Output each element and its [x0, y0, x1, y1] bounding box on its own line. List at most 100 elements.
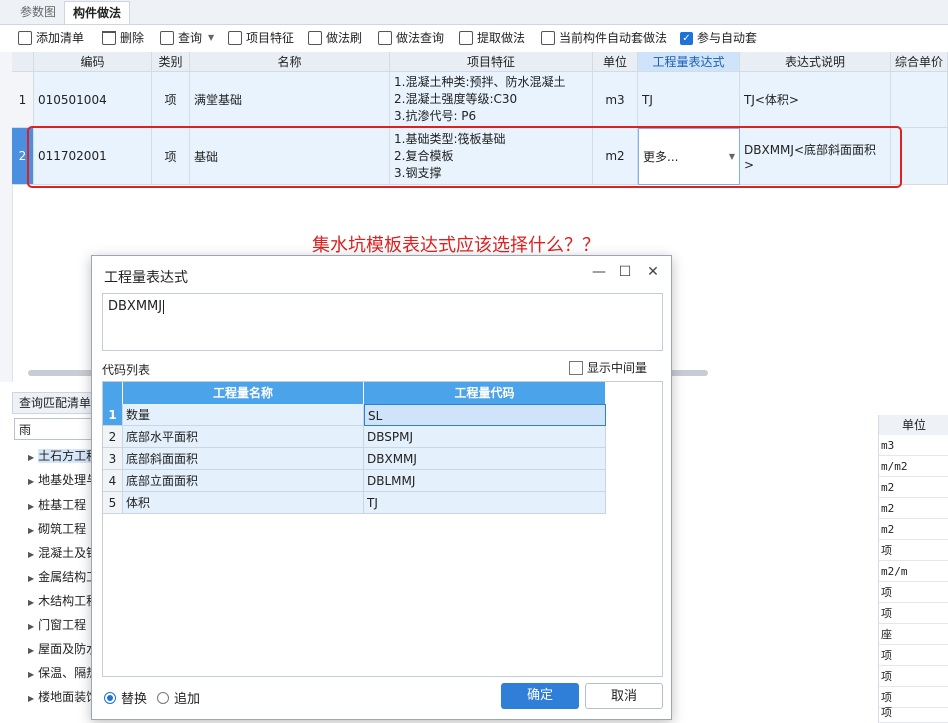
- chevron-down-icon: ▼: [208, 33, 215, 42]
- col-quantity-name[interactable]: 工程量名称: [123, 382, 364, 404]
- cell-type[interactable]: 项: [152, 72, 190, 128]
- unit-cell: m2: [878, 519, 948, 540]
- auto-method-button[interactable]: 当前构件自动套做法: [541, 29, 667, 47]
- col-code[interactable]: 编码: [34, 52, 152, 72]
- expand-icon: ▶: [28, 477, 35, 486]
- col-name[interactable]: 名称: [190, 52, 390, 72]
- minimize-icon[interactable]: —: [589, 264, 609, 280]
- expression-input[interactable]: DBXMMJ: [102, 293, 663, 351]
- unit-cell: m2: [878, 498, 948, 519]
- unit-cell: 座: [878, 624, 948, 645]
- maximize-icon[interactable]: ☐: [615, 264, 635, 280]
- checkbox-icon: [569, 360, 583, 375]
- question-annotation: 集水坑模板表达式应该选择什么？？: [312, 235, 600, 256]
- cancel-button[interactable]: 取消: [585, 683, 663, 709]
- method-query-icon: [378, 31, 392, 45]
- text-cursor: [163, 299, 165, 314]
- col-unit[interactable]: 单位: [593, 52, 638, 72]
- add-list-button[interactable]: 添加清单: [18, 29, 84, 47]
- unit-column-header: 单位: [878, 415, 948, 435]
- add-list-icon: [18, 31, 32, 45]
- unit-cell: 项: [878, 540, 948, 561]
- feature-icon: [228, 31, 242, 45]
- tab-parameter-figure[interactable]: 参数图: [12, 1, 64, 23]
- cell-features[interactable]: 1.混凝土种类:预拌、防水混凝土 2.混凝土强度等级:C30 3.抗渗代号: P…: [390, 72, 593, 128]
- tree-item[interactable]: ▶ 保温、隔热: [28, 663, 98, 683]
- col-expression[interactable]: 工程量表达式: [638, 52, 740, 72]
- expand-icon: ▶: [28, 598, 35, 607]
- auto-method-icon: [541, 31, 555, 45]
- toolbar: 添加清单 删除 查询 ▼ 项目特征 做法刷 做法查询 提取做法 当前构件自动套做法…: [0, 25, 948, 53]
- tree-item[interactable]: ▶ 混凝土及钢: [28, 543, 98, 563]
- tab-bar: 参数图 构件做法: [0, 0, 948, 25]
- auto-participate-checkbox[interactable]: ✓ 参与自动套: [680, 29, 757, 47]
- highlight-annotation: [27, 126, 902, 188]
- tree-item[interactable]: ▶ 屋面及防水: [28, 639, 98, 659]
- tree-item[interactable]: ▶ 金属结构工: [28, 567, 98, 587]
- col-expression-desc[interactable]: 表达式说明: [740, 52, 891, 72]
- append-radio[interactable]: 追加: [157, 688, 200, 707]
- dialog-title: 工程量表达式: [104, 270, 188, 286]
- unit-cell: m2/m: [878, 561, 948, 582]
- project-feature-button[interactable]: 项目特征: [228, 29, 294, 47]
- cell-expression-desc[interactable]: TJ<体积>: [740, 72, 891, 128]
- query-button[interactable]: 查询 ▼: [160, 29, 214, 47]
- expand-icon: ▶: [28, 453, 35, 462]
- tree-item[interactable]: ▶ 地基处理与: [28, 470, 98, 490]
- table-row[interactable]: 1 010501004 项 满堂基础 1.混凝土种类:预拌、防水混凝土 2.混凝…: [12, 72, 948, 128]
- code-row-number-header: [103, 382, 123, 404]
- expand-icon: ▶: [28, 526, 35, 535]
- expand-icon: ▶: [28, 550, 35, 559]
- tree-item[interactable]: ▶ 木结构工程: [28, 591, 98, 611]
- search-input[interactable]: 雨: [14, 418, 94, 440]
- expand-icon: ▶: [28, 646, 35, 655]
- tree-item[interactable]: ▶ 桩基工程: [28, 495, 86, 515]
- trash-icon: [102, 31, 116, 45]
- cell-unit[interactable]: m3: [593, 72, 638, 128]
- unit-cell: 项: [878, 603, 948, 624]
- query-icon: [160, 31, 174, 45]
- expand-icon: ▶: [28, 694, 35, 703]
- unit-cell: 项: [878, 666, 948, 687]
- cell-unit-price[interactable]: [891, 72, 948, 128]
- unit-cell: 项: [878, 702, 948, 723]
- cell-expression[interactable]: TJ: [638, 72, 740, 128]
- checkmark-icon: ✓: [680, 31, 693, 45]
- code-list-label: 代码列表: [102, 363, 151, 377]
- row-number: 1: [12, 72, 34, 128]
- unit-cell: m2: [878, 477, 948, 498]
- cell-code[interactable]: 010501004: [34, 72, 152, 128]
- expand-icon: ▶: [28, 622, 35, 631]
- col-quantity-code[interactable]: 工程量代码: [364, 382, 606, 404]
- method-brush-button[interactable]: 做法刷: [308, 29, 362, 47]
- replace-radio[interactable]: 替换: [104, 688, 147, 707]
- expand-icon: ▶: [28, 670, 35, 679]
- extract-method-button[interactable]: 提取做法: [459, 29, 525, 47]
- ok-button[interactable]: 确定: [501, 683, 579, 709]
- radio-icon: [157, 691, 169, 704]
- unit-cell: m3: [878, 435, 948, 456]
- show-intermediate-checkbox[interactable]: 显示中间量: [569, 359, 647, 376]
- tree-item[interactable]: ▶ 门窗工程: [28, 615, 86, 635]
- brush-icon: [308, 31, 322, 45]
- col-features[interactable]: 项目特征: [390, 52, 593, 72]
- code-list-table: 工程量名称 工程量代码 1 数量 SL 2 底部水平面积 DBSPMJ 3 底部…: [102, 381, 663, 677]
- method-query-button[interactable]: 做法查询: [378, 29, 444, 47]
- unit-cell: 项: [878, 645, 948, 666]
- quantity-expression-dialog: 工程量表达式 — ☐ ✕ DBXMMJ 代码列表 显示中间量 工程量名称 工程量…: [91, 255, 672, 720]
- expand-icon: ▶: [28, 574, 35, 583]
- delete-button[interactable]: 删除: [102, 29, 144, 47]
- col-unit-price[interactable]: 综合单价: [891, 52, 948, 72]
- row-number-header: [12, 52, 34, 72]
- close-icon[interactable]: ✕: [643, 264, 663, 280]
- tree-item[interactable]: ▶ 砌筑工程: [28, 519, 86, 539]
- tree-item[interactable]: ▶ 土石方工程: [28, 446, 99, 466]
- cell-name[interactable]: 满堂基础: [190, 72, 390, 128]
- col-type[interactable]: 类别: [152, 52, 190, 72]
- extract-icon: [459, 31, 473, 45]
- unit-cell: 项: [878, 582, 948, 603]
- radio-selected-icon: [104, 691, 116, 704]
- tree-item[interactable]: ▶ 楼地面装饰: [28, 687, 98, 707]
- tab-component-method[interactable]: 构件做法: [64, 1, 131, 24]
- expand-icon: ▶: [28, 502, 35, 511]
